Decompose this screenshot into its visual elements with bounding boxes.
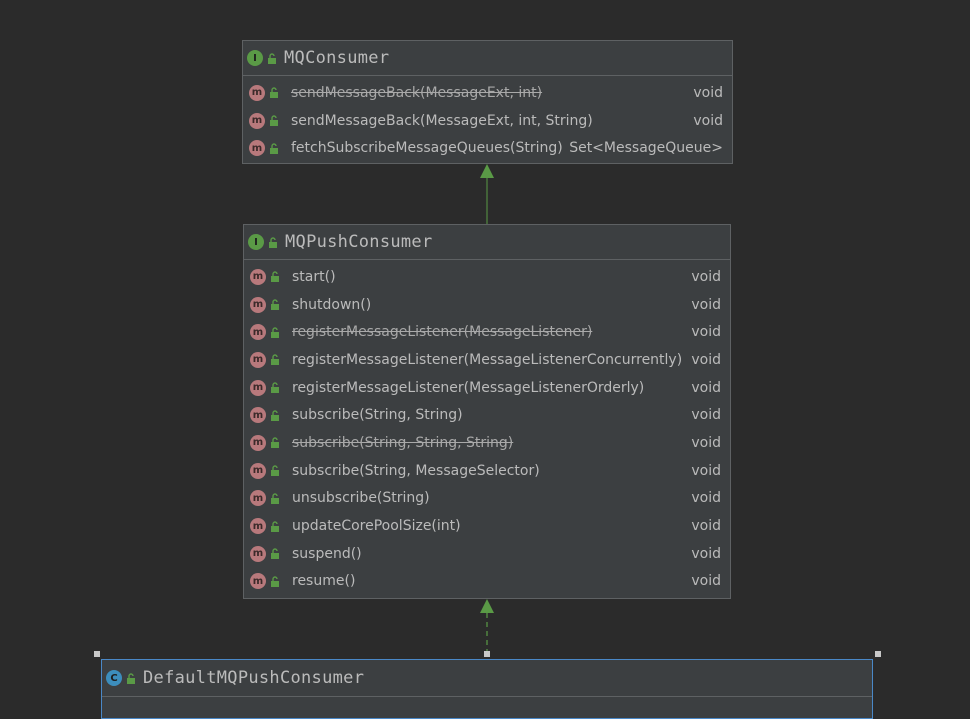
method-signature: updateCorePoolSize(int) bbox=[292, 518, 461, 535]
method-icon: m bbox=[250, 407, 266, 424]
method-row[interactable]: m resume() void bbox=[244, 568, 730, 596]
method-signature: sendMessageBack(MessageExt, int) bbox=[291, 84, 543, 101]
public-lock-icon bbox=[269, 520, 281, 532]
selection-handle-top-right[interactable] bbox=[875, 651, 881, 657]
interface-icon: I bbox=[248, 234, 264, 250]
method-icon: m bbox=[250, 296, 266, 313]
method-return-type: void bbox=[691, 268, 721, 285]
method-signature: unsubscribe(String) bbox=[292, 490, 430, 507]
method-icon: m bbox=[250, 434, 266, 451]
public-lock-icon bbox=[269, 575, 281, 587]
mqconsumer-box[interactable]: I MQConsumer m sendMessageBack(MessageExt… bbox=[242, 40, 733, 164]
public-lock-icon bbox=[268, 142, 280, 154]
method-icon: m bbox=[250, 490, 266, 507]
selection-handle-top-left[interactable] bbox=[94, 651, 100, 657]
method-signature: subscribe(String, MessageSelector) bbox=[292, 462, 540, 479]
public-lock-icon bbox=[269, 465, 281, 477]
public-lock-icon bbox=[268, 115, 280, 127]
method-return-type: void bbox=[691, 324, 721, 341]
method-signature: subscribe(String, String, String) bbox=[292, 434, 514, 451]
method-row[interactable]: m shutdown() void bbox=[244, 291, 730, 319]
method-row[interactable]: m subscribe(String, String, String) void bbox=[244, 429, 730, 457]
public-lock-icon bbox=[269, 354, 281, 366]
method-row[interactable]: m registerMessageListener(MessageListener… bbox=[244, 346, 730, 374]
method-icon: m bbox=[249, 140, 265, 157]
method-row[interactable]: m unsubscribe(String) void bbox=[244, 485, 730, 513]
method-row[interactable]: m suspend() void bbox=[244, 540, 730, 568]
method-row[interactable]: m sendMessageBack(MessageExt, int, String… bbox=[243, 107, 732, 135]
defaultmqpushconsumer-box[interactable]: C DefaultMQPushConsumer bbox=[101, 659, 873, 719]
method-return-type: void bbox=[691, 573, 721, 590]
public-lock-icon bbox=[269, 437, 281, 449]
method-icon: m bbox=[250, 268, 266, 285]
public-lock-icon bbox=[269, 326, 281, 338]
method-icon: m bbox=[250, 573, 266, 590]
method-signature: shutdown() bbox=[292, 296, 372, 313]
method-return-type: void bbox=[691, 490, 721, 507]
method-icon: m bbox=[250, 462, 266, 479]
method-return-type: void bbox=[691, 434, 721, 451]
method-icon: m bbox=[250, 351, 266, 368]
method-signature: registerMessageListener(MessageListenerC… bbox=[292, 351, 683, 368]
public-lock-icon bbox=[269, 271, 281, 283]
public-lock-icon bbox=[125, 672, 137, 684]
method-signature: registerMessageListener(MessageListener) bbox=[292, 324, 593, 341]
method-return-type: void bbox=[693, 112, 723, 129]
method-return-type: void bbox=[691, 462, 721, 479]
method-row[interactable]: m start() void bbox=[244, 263, 730, 291]
method-icon: m bbox=[249, 84, 265, 101]
public-lock-icon bbox=[269, 548, 281, 560]
method-signature: sendMessageBack(MessageExt, int, String) bbox=[291, 112, 593, 129]
method-return-type: void bbox=[691, 407, 721, 424]
method-return-type: void bbox=[691, 379, 721, 396]
method-return-type: void bbox=[691, 518, 721, 535]
method-return-type: void bbox=[691, 545, 721, 562]
mqpushconsumer-box[interactable]: I MQPushConsumer m start() void m shutdown()… bbox=[243, 224, 731, 599]
method-list: m start() void m shutdown() void m registerMess… bbox=[244, 260, 730, 595]
public-lock-icon bbox=[268, 87, 280, 99]
public-lock-icon bbox=[269, 409, 281, 421]
method-signature: suspend() bbox=[292, 545, 362, 562]
method-return-type: void bbox=[691, 351, 721, 368]
public-lock-icon bbox=[267, 236, 279, 248]
class-name: MQPushConsumer bbox=[285, 232, 433, 252]
method-list: m sendMessageBack(MessageExt, int) void m se… bbox=[243, 76, 732, 162]
method-signature: fetchSubscribeMessageQueues(String) bbox=[291, 140, 563, 157]
mqconsumer-header: I MQConsumer bbox=[243, 41, 732, 76]
method-signature: registerMessageListener(MessageListenerO… bbox=[292, 379, 645, 396]
class-name: MQConsumer bbox=[284, 48, 390, 68]
method-return-type: Set<MessageQueue> bbox=[569, 140, 723, 157]
method-signature: resume() bbox=[292, 573, 356, 590]
method-row[interactable]: m registerMessageListener(MessageListener… bbox=[244, 318, 730, 346]
extends-arrowhead bbox=[480, 164, 494, 178]
method-signature: subscribe(String, String) bbox=[292, 407, 463, 424]
public-lock-icon bbox=[266, 52, 278, 64]
public-lock-icon bbox=[269, 382, 281, 394]
interface-icon: I bbox=[247, 50, 263, 66]
method-row[interactable]: m updateCorePoolSize(int) void bbox=[244, 512, 730, 540]
selection-handle-top-middle[interactable] bbox=[484, 651, 490, 657]
method-return-type: void bbox=[693, 84, 723, 101]
method-icon: m bbox=[250, 324, 266, 341]
method-row[interactable]: m subscribe(String, MessageSelector) void bbox=[244, 457, 730, 485]
method-row[interactable]: m registerMessageListener(MessageListener… bbox=[244, 374, 730, 402]
method-row[interactable]: m fetchSubscribeMessageQueues(String) Set<… bbox=[243, 134, 732, 162]
mqpushconsumer-header: I MQPushConsumer bbox=[244, 225, 730, 260]
public-lock-icon bbox=[269, 299, 281, 311]
method-return-type: void bbox=[691, 296, 721, 313]
defaultmqpushconsumer-header: C DefaultMQPushConsumer bbox=[102, 660, 872, 697]
method-signature: start() bbox=[292, 268, 336, 285]
method-icon: m bbox=[249, 112, 265, 129]
method-row[interactable]: m sendMessageBack(MessageExt, int) void bbox=[243, 79, 732, 107]
method-icon: m bbox=[250, 518, 266, 535]
class-name: DefaultMQPushConsumer bbox=[143, 668, 365, 688]
method-icon: m bbox=[250, 545, 266, 562]
public-lock-icon bbox=[269, 492, 281, 504]
method-icon: m bbox=[250, 379, 266, 396]
method-row[interactable]: m subscribe(String, String) void bbox=[244, 401, 730, 429]
implements-arrowhead bbox=[480, 599, 494, 613]
class-icon: C bbox=[106, 670, 122, 686]
